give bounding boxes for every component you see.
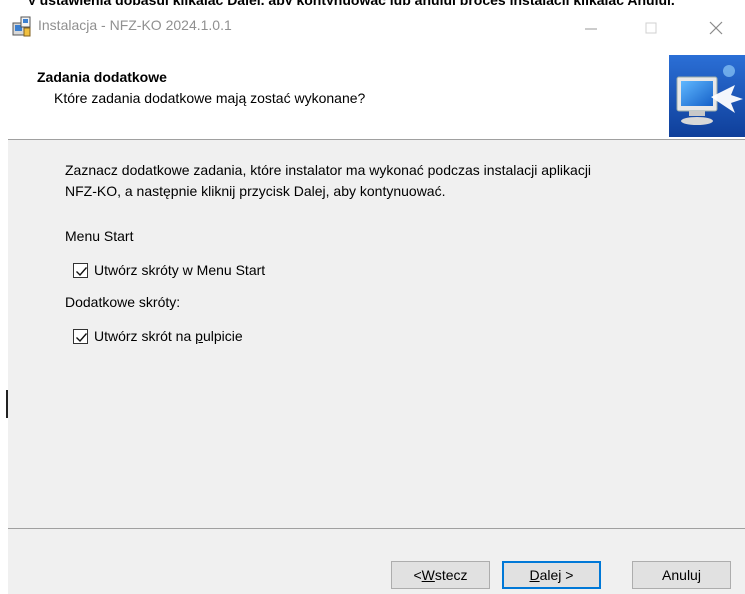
close-button[interactable]	[696, 13, 736, 43]
desktop-shortcut-label: Utwórz skrót na pulpicie	[94, 328, 243, 344]
back-button-accel: W	[421, 567, 435, 583]
back-button-prefix: <	[413, 567, 422, 583]
wizard-header: Zadania dodatkowe Które zadania dodatkow…	[8, 51, 745, 140]
maximize-button[interactable]	[631, 13, 671, 43]
desktop-shortcut-label-prefix: Utwórz skrót na	[94, 328, 196, 344]
back-button-rest: stecz	[434, 567, 468, 583]
instructions-text: Zaznacz dodatkowe zadania, które instala…	[65, 160, 715, 202]
close-icon	[709, 21, 723, 35]
installer-app-icon	[12, 16, 31, 37]
next-button[interactable]: Dalej >	[502, 561, 601, 589]
page-subtitle: Które zadania dodatkowe mają zostać wyko…	[54, 90, 366, 106]
checkmark-icon	[76, 266, 88, 276]
cancel-button[interactable]: Anuluj	[632, 561, 731, 589]
minimize-icon	[585, 28, 597, 30]
computer-setup-image	[669, 55, 745, 137]
back-button[interactable]: < Wstecz	[391, 561, 490, 589]
next-button-accel: D	[529, 567, 540, 583]
next-button-rest: alej >	[539, 567, 574, 583]
desktop-shortcut-label-accel: p	[195, 328, 203, 344]
installer-window: Instalacja - NFZ-KO 2024.1.0.1 Zadania d…	[8, 5, 745, 594]
page-title: Zadania dodatkowe	[37, 69, 167, 85]
maximize-icon	[645, 22, 657, 34]
instructions-line-1: Zaznacz dodatkowe zadania, które instala…	[65, 162, 592, 178]
wizard-content: Zaznacz dodatkowe zadania, które instala…	[8, 140, 745, 528]
start-menu-shortcuts-label: Utwórz skróty w Menu Start	[94, 262, 266, 278]
minimize-button[interactable]	[571, 13, 611, 43]
task-start-menu-shortcuts[interactable]: Utwórz skróty w Menu Start	[73, 262, 265, 278]
title-bar[interactable]: Instalacja - NFZ-KO 2024.1.0.1	[8, 5, 745, 51]
group-label-menu-start: Menu Start	[65, 228, 134, 244]
wizard-footer: < Wstecz Dalej > Anuluj	[8, 528, 745, 594]
task-desktop-shortcut[interactable]: Utwórz skrót na pulpicie	[73, 328, 243, 344]
checkmark-icon	[76, 332, 88, 342]
desktop-shortcut-checkbox[interactable]	[73, 328, 88, 344]
start-menu-shortcuts-checkbox[interactable]	[73, 262, 88, 278]
window-title: Instalacja - NFZ-KO 2024.1.0.1	[38, 17, 232, 33]
instructions-line-2: NFZ-KO, a następnie kliknij przycisk Dal…	[65, 183, 446, 199]
group-label-additional-shortcuts: Dodatkowe skróty:	[65, 294, 181, 310]
desktop-shortcut-label-suffix: ulpicie	[202, 328, 243, 344]
